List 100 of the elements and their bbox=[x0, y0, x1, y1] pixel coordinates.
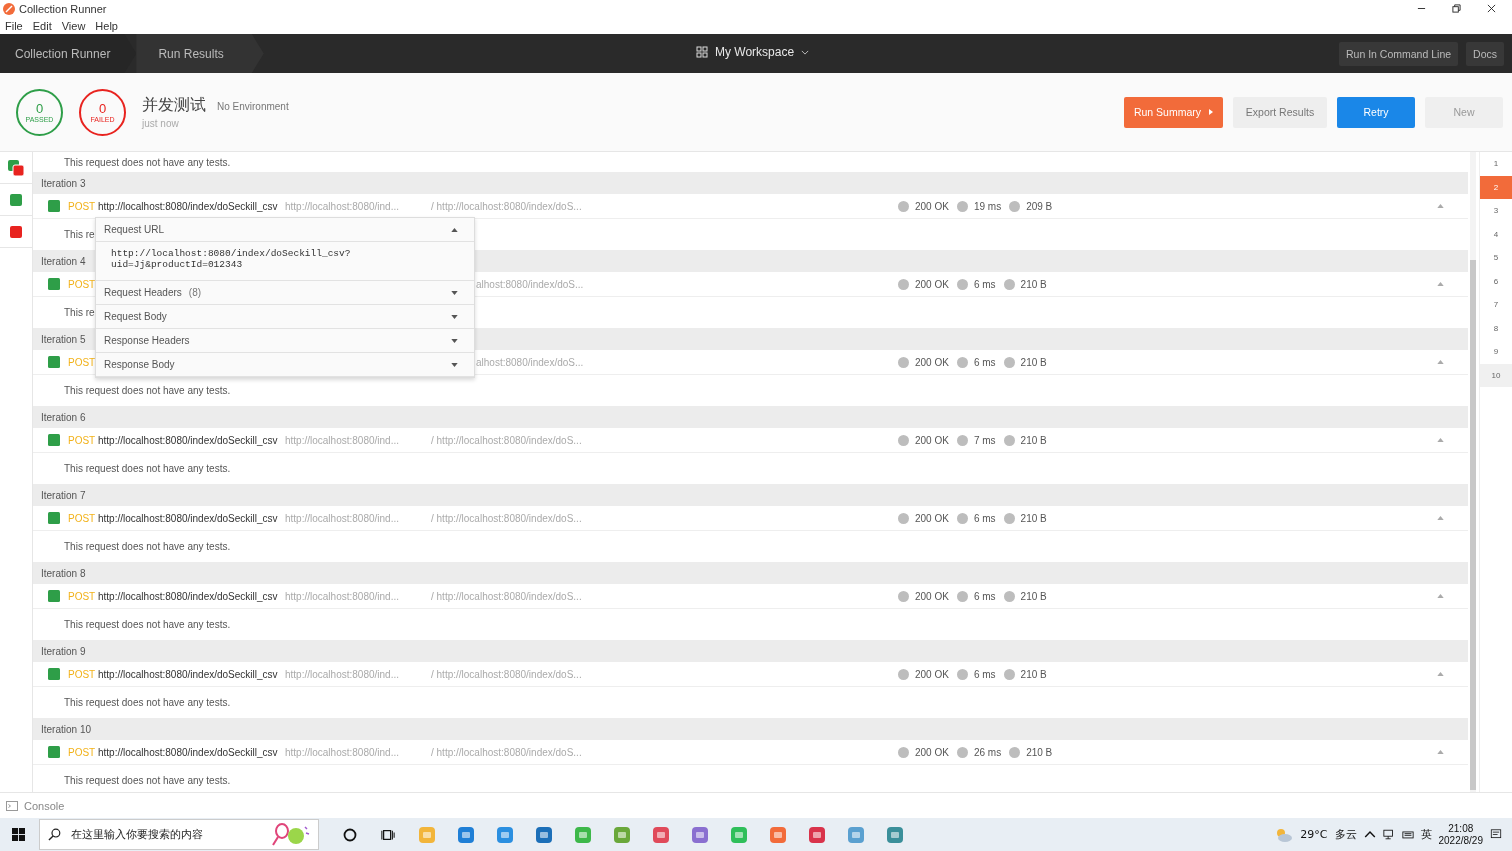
taskbar-app-icon[interactable] bbox=[845, 824, 866, 845]
nav-button[interactable]: Docs bbox=[1466, 41, 1504, 66]
response-time: 6 ms bbox=[973, 512, 996, 524]
details-section-header[interactable]: Response Headers bbox=[96, 329, 474, 353]
time-dot-icon bbox=[956, 590, 968, 602]
taskbar-app-icon[interactable] bbox=[767, 824, 788, 845]
status-dot-icon bbox=[898, 278, 909, 290]
tests-note: This request does not have any tests. bbox=[64, 156, 231, 168]
menu-item[interactable]: File bbox=[5, 19, 23, 32]
menu-item[interactable]: View bbox=[61, 19, 86, 32]
action-button[interactable]: Retry bbox=[1337, 96, 1415, 128]
taskbar-app-icon[interactable] bbox=[611, 824, 632, 845]
method-label: POST bbox=[68, 200, 97, 212]
weather-label: 多云 bbox=[1334, 827, 1357, 842]
network-icon[interactable] bbox=[1382, 829, 1395, 840]
response-size: 210 B bbox=[1020, 668, 1047, 680]
menu-item[interactable]: Edit bbox=[32, 19, 52, 32]
response-url-preview: / http://localhost:8080/index/doS... bbox=[431, 668, 582, 680]
request-url: http://localhost:8080/index/doSeckill_csv bbox=[98, 512, 278, 524]
method-label: POST bbox=[68, 590, 97, 602]
taskbar-app-icon[interactable] bbox=[884, 824, 905, 845]
taskbar-app-icon[interactable] bbox=[728, 824, 749, 845]
taskbar-search-field[interactable]: 在这里输入你要搜索的内容 bbox=[39, 819, 319, 850]
grid-icon bbox=[696, 46, 708, 58]
chevron-up-icon[interactable] bbox=[1363, 829, 1376, 840]
request-url: http://localhost:8080/index/doSeckill_csv bbox=[98, 200, 278, 212]
method-label: POST bbox=[68, 512, 97, 524]
taskbar-app-icon[interactable] bbox=[689, 824, 710, 845]
iteration-index-item[interactable]: 8 bbox=[1480, 316, 1512, 340]
request-url-preview: http://localhost:8080/ind... bbox=[285, 434, 399, 446]
details-section-header[interactable]: Response Body bbox=[96, 353, 474, 377]
action-button[interactable]: Export Results bbox=[1233, 96, 1327, 128]
windows-start-icon[interactable] bbox=[12, 828, 25, 841]
collapse-caret-icon[interactable] bbox=[1437, 672, 1444, 676]
pass-square-icon bbox=[48, 434, 60, 446]
clock-date[interactable]: 2022/8/29 bbox=[1438, 834, 1483, 847]
response-time: 7 ms bbox=[973, 434, 996, 446]
pass-square-icon bbox=[48, 590, 60, 602]
status-code: 200 OK bbox=[915, 512, 949, 524]
cortana-circle-icon[interactable] bbox=[343, 827, 357, 842]
taskbar-app-icon[interactable] bbox=[572, 824, 593, 845]
status-code: 200 OK bbox=[915, 590, 949, 602]
taskbar-app-icon[interactable] bbox=[650, 824, 671, 845]
collapse-caret-icon[interactable] bbox=[1437, 282, 1444, 286]
time-dot-icon bbox=[956, 512, 968, 524]
collapse-caret-icon[interactable] bbox=[1437, 516, 1444, 520]
request-url: http://localhost:8080/index/doSeckill_csv bbox=[98, 590, 278, 602]
details-section-header[interactable]: Request Body bbox=[96, 305, 474, 329]
environment-label: No Environment bbox=[217, 101, 289, 112]
keyboard-icon[interactable] bbox=[1401, 829, 1414, 840]
iteration-index-item[interactable]: 5 bbox=[1480, 246, 1512, 270]
workspace-button[interactable]: My Workspace bbox=[696, 45, 810, 59]
iteration-index-item[interactable]: 7 bbox=[1480, 293, 1512, 317]
nav-button[interactable]: Run In Command Line bbox=[1339, 41, 1459, 66]
tests-note: This request does not have any tests. bbox=[64, 541, 231, 552]
details-section-header[interactable]: Request Headers (8) bbox=[96, 281, 474, 305]
iteration-index-item[interactable]: 4 bbox=[1480, 222, 1512, 246]
collapse-caret-icon[interactable] bbox=[1437, 204, 1444, 208]
clock-time[interactable]: 21:08 bbox=[1448, 822, 1474, 835]
console-toggle[interactable]: Console bbox=[24, 799, 65, 812]
status-code: 200 OK bbox=[915, 434, 949, 446]
close-icon[interactable] bbox=[1487, 4, 1496, 13]
collapse-caret-icon[interactable] bbox=[1437, 360, 1444, 364]
collapse-caret-icon[interactable] bbox=[1437, 438, 1444, 442]
task-view-icon[interactable] bbox=[381, 827, 395, 842]
iteration-index-item[interactable]: 1 bbox=[1480, 152, 1512, 176]
iteration-label: Iteration 9 bbox=[41, 645, 86, 657]
response-url-preview: / http://localhost:8080/index/doS... bbox=[431, 512, 582, 524]
notification-icon[interactable] bbox=[1490, 829, 1502, 840]
iteration-label: Iteration 8 bbox=[41, 567, 86, 579]
details-section-header[interactable]: Request URL bbox=[96, 218, 474, 242]
status-code: 200 OK bbox=[915, 356, 949, 368]
collection-name: 并发测试 bbox=[142, 95, 206, 115]
iteration-label: Iteration 10 bbox=[41, 723, 92, 735]
iteration-index-item[interactable]: 9 bbox=[1480, 340, 1512, 364]
taskbar-app-icon[interactable] bbox=[455, 824, 476, 845]
time-dot-icon bbox=[956, 668, 968, 680]
pass-square-icon bbox=[48, 200, 60, 212]
status-dot-icon bbox=[898, 746, 909, 758]
breadcrumb-item[interactable]: Run Results bbox=[136, 34, 264, 73]
menu-item[interactable]: Help bbox=[95, 19, 118, 32]
taskbar-app-icon[interactable] bbox=[806, 824, 827, 845]
taskbar-app-icon[interactable] bbox=[533, 824, 554, 845]
search-input[interactable]: 在这里输入你要搜索的内容 bbox=[69, 827, 268, 842]
window-title: Collection Runner bbox=[19, 2, 107, 15]
taskbar-app-icon[interactable] bbox=[494, 824, 515, 845]
collapse-caret-icon[interactable] bbox=[1437, 594, 1444, 598]
iteration-index-item[interactable]: 10 bbox=[1480, 363, 1512, 387]
response-size: 210 B bbox=[1026, 746, 1053, 758]
collapse-caret-icon[interactable] bbox=[1437, 750, 1444, 754]
caret-right-icon bbox=[1209, 109, 1214, 115]
request-url-preview: http://localhost:8080/ind... bbox=[285, 668, 399, 680]
input-method-label[interactable]: 英 bbox=[1420, 827, 1432, 842]
iteration-index-item[interactable]: 6 bbox=[1480, 269, 1512, 293]
iteration-index-item[interactable]: 3 bbox=[1480, 199, 1512, 223]
breadcrumb-item[interactable]: Collection Runner bbox=[0, 34, 137, 73]
request-url: http://localhost:8080/index/doSeckill_csv bbox=[98, 746, 278, 758]
request-url: http://localhost:8080/index/doSeckill_csv bbox=[98, 434, 278, 446]
console-icon bbox=[6, 800, 18, 811]
restore-icon[interactable] bbox=[1452, 4, 1461, 13]
